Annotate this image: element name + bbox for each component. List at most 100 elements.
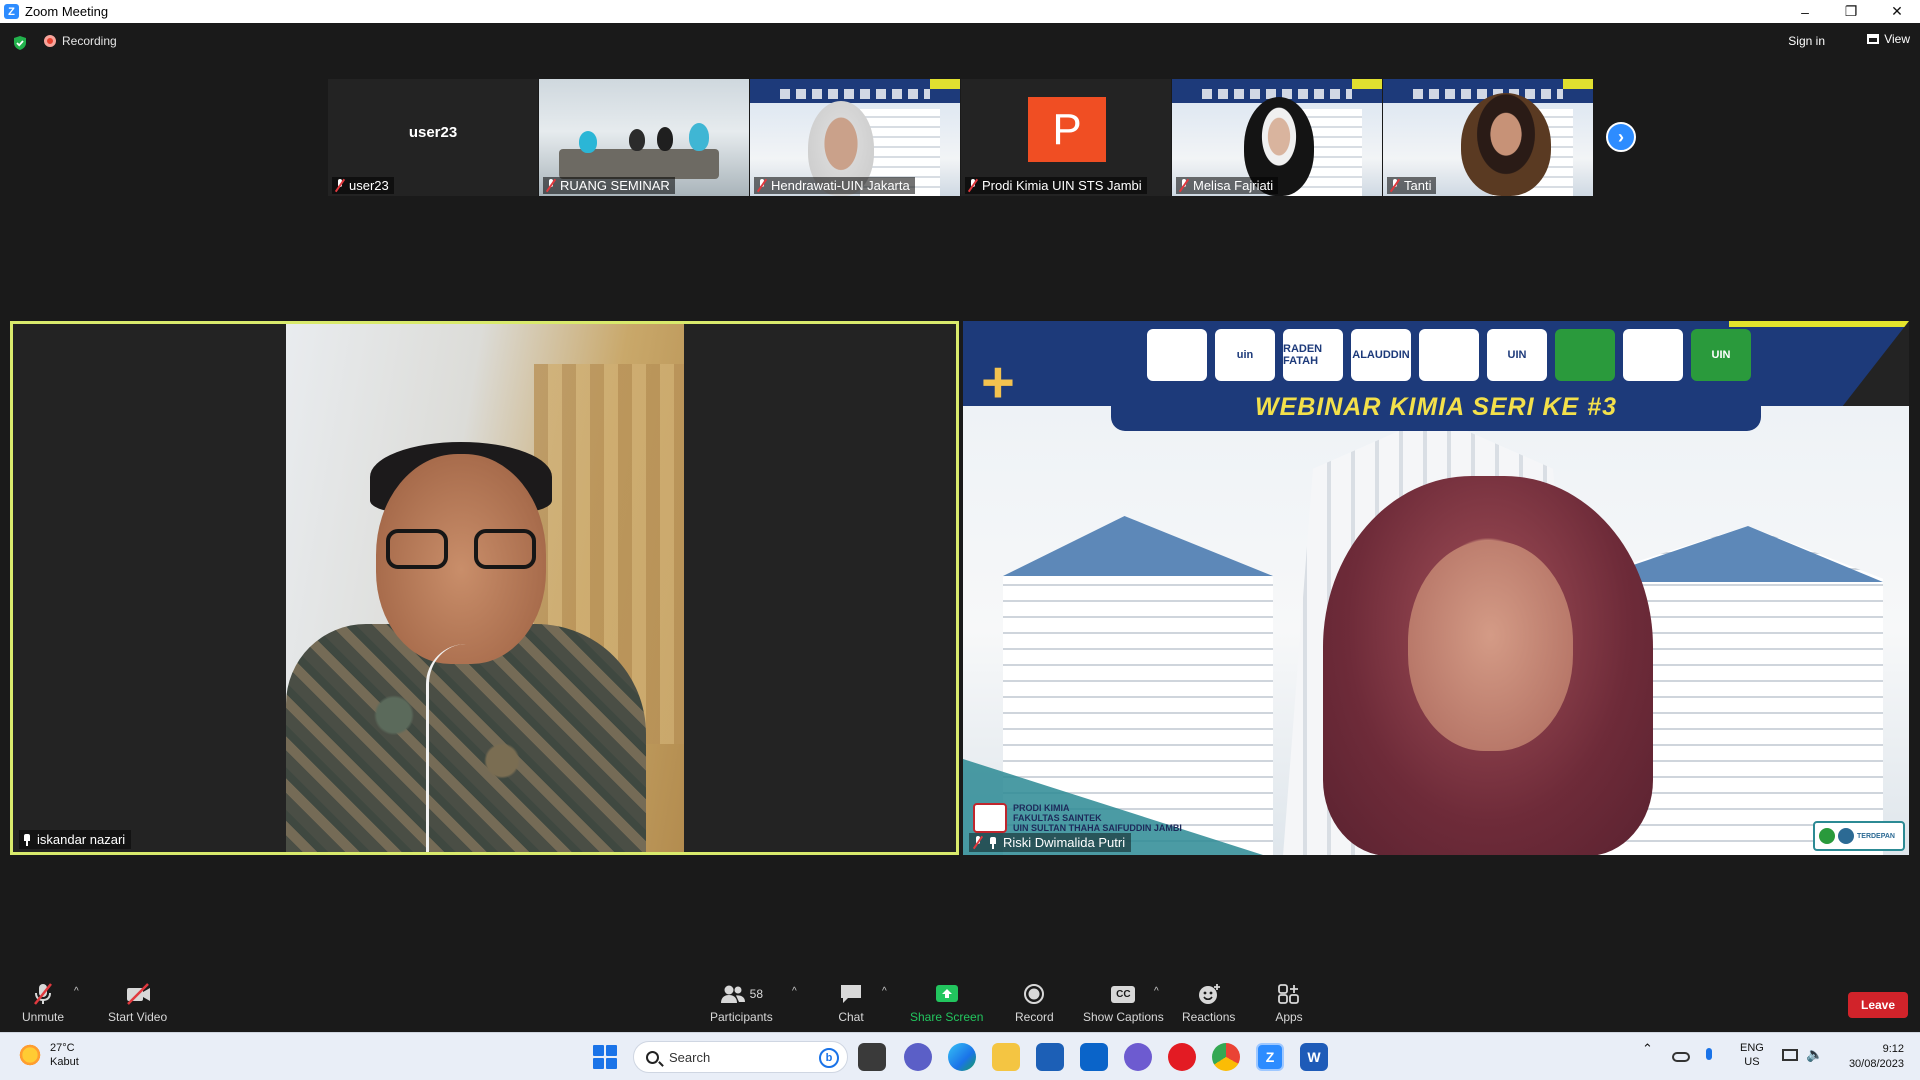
- speaker-glasses: [386, 529, 541, 571]
- reactions-button[interactable]: Reactions: [1182, 982, 1235, 1024]
- show-captions-button[interactable]: CC Show Captions: [1083, 982, 1164, 1024]
- opera-browser-icon[interactable]: [1168, 1043, 1196, 1071]
- participants-label: Participants: [710, 1010, 773, 1024]
- task-view-icon[interactable]: [858, 1043, 886, 1071]
- recording-dot-icon: [44, 35, 56, 47]
- record-label: Record: [1015, 1010, 1054, 1024]
- video-off-icon: [126, 983, 150, 1005]
- leave-button[interactable]: Leave: [1848, 992, 1908, 1018]
- start-windows-icon[interactable]: [593, 1045, 617, 1069]
- view-grid-icon: [1867, 34, 1880, 44]
- participant-thumbnail[interactable]: RUANG SEMINAR: [539, 79, 749, 196]
- participant-thumbnail[interactable]: Melisa Fajriati: [1172, 79, 1382, 196]
- participant-name: Tanti: [1404, 178, 1432, 193]
- chat-button[interactable]: Chat: [837, 982, 865, 1024]
- start-video-label: Start Video: [108, 1010, 168, 1024]
- speaker-volume-icon[interactable]: 🔈: [1806, 1046, 1823, 1063]
- windows-taskbar: 27°C Kabut Search b Z W ⌃ ENG US 🔈 9:12 …: [0, 1032, 1920, 1080]
- kemenag-text: TERDEPAN: [1857, 832, 1895, 840]
- participant-thumbnail[interactable]: Hendrawati-UIN Jakarta: [750, 79, 960, 196]
- apps-button[interactable]: Apps: [1275, 982, 1303, 1024]
- view-button[interactable]: View: [1867, 32, 1910, 46]
- mic-muted-icon: [1390, 179, 1400, 192]
- participant-name: Prodi Kimia UIN STS Jambi: [982, 178, 1142, 193]
- word-app-icon[interactable]: W: [1300, 1043, 1328, 1071]
- person-figure: [579, 131, 597, 153]
- minimize-button[interactable]: –: [1782, 0, 1828, 23]
- shield-check-icon[interactable]: [12, 35, 28, 51]
- participant-name-tag: Prodi Kimia UIN STS Jambi: [965, 177, 1147, 194]
- language-indicator[interactable]: ENG US: [1740, 1041, 1764, 1069]
- mic-muted-icon: [968, 179, 978, 192]
- mail-icon[interactable]: [1080, 1043, 1108, 1071]
- university-logo: [1555, 329, 1615, 381]
- close-button[interactable]: ✕: [1874, 0, 1920, 23]
- share-screen-button[interactable]: Share Screen: [910, 982, 983, 1024]
- edge-browser-icon[interactable]: [948, 1043, 976, 1071]
- participants-button[interactable]: 58 Participants: [710, 982, 773, 1024]
- participants-caret-icon[interactable]: ^: [792, 986, 797, 997]
- taskbar-search[interactable]: Search b: [633, 1041, 848, 1073]
- chrome-browser-icon[interactable]: [1212, 1043, 1240, 1071]
- next-page-arrow-icon[interactable]: ›: [1606, 122, 1636, 152]
- mic-muted-icon: [1179, 179, 1189, 192]
- active-speaker-video[interactable]: iskandar nazari: [10, 321, 959, 855]
- person-figure: [629, 129, 645, 151]
- microsoft-store-icon[interactable]: [1036, 1043, 1064, 1071]
- pin-icon: [989, 836, 997, 849]
- onedrive-cloud-icon[interactable]: [1672, 1052, 1690, 1062]
- participants-count: 58: [749, 987, 764, 1001]
- audio-options-caret-icon[interactable]: ^: [74, 986, 79, 997]
- university-logos: uin RADEN FATAH ALAUDDIN UIN UIN: [1147, 329, 1751, 381]
- university-logo: [1147, 329, 1207, 381]
- participant-name: Melisa Fajriati: [1193, 178, 1274, 193]
- prodi-text: PRODI KIMIA FAKULTAS SAINTEK UIN SULTAN …: [1013, 803, 1182, 833]
- record-icon: [1024, 984, 1045, 1004]
- recording-label: Recording: [62, 34, 117, 48]
- weather-widget[interactable]: 27°C Kabut: [18, 1041, 79, 1069]
- copilot-icon[interactable]: [1124, 1043, 1152, 1071]
- keyboard-layout: US: [1744, 1056, 1760, 1068]
- unmute-button[interactable]: Unmute: [22, 982, 64, 1024]
- banner-yellow-stripe: [1729, 321, 1909, 327]
- participant-video-large[interactable]: uin RADEN FATAH ALAUDDIN UIN UIN + WEBIN…: [963, 321, 1909, 855]
- university-logo: ALAUDDIN: [1351, 329, 1411, 381]
- participant-name-tag: iskandar nazari: [19, 830, 132, 849]
- clock-time: 9:12: [1882, 1043, 1904, 1055]
- file-explorer-icon[interactable]: [992, 1043, 1020, 1071]
- participant-name: user23: [349, 178, 389, 193]
- start-video-button[interactable]: Start Video: [108, 982, 167, 1024]
- recording-indicator[interactable]: Recording: [44, 34, 117, 48]
- person-figure: [1461, 93, 1551, 196]
- teams-chat-icon[interactable]: [904, 1043, 932, 1071]
- mic-muted-icon: [335, 179, 345, 192]
- building-roof-left: [1003, 516, 1273, 576]
- sign-in-button[interactable]: Sign in: [1788, 34, 1825, 48]
- window-controls: – ❐ ✕: [1782, 0, 1920, 23]
- participant-display-name: user23: [408, 124, 458, 141]
- mic-muted-icon: [34, 983, 52, 1005]
- network-display-icon[interactable]: [1782, 1049, 1798, 1061]
- maximize-button[interactable]: ❐: [1828, 0, 1874, 23]
- tray-overflow-chevron-icon[interactable]: ⌃: [1642, 1041, 1653, 1057]
- bing-icon[interactable]: b: [819, 1048, 839, 1068]
- participant-thumbnail[interactable]: user23 user23: [328, 79, 538, 196]
- microphone-tray-icon[interactable]: [1706, 1048, 1712, 1060]
- zoom-app-icon[interactable]: Z: [1256, 1043, 1284, 1071]
- participant-name: iskandar nazari: [37, 832, 126, 847]
- university-logo: [1623, 329, 1683, 381]
- taskbar-clock[interactable]: 9:12 30/08/2023: [1849, 1042, 1904, 1072]
- weather-text: 27°C Kabut: [50, 1041, 79, 1069]
- participant-thumbnail[interactable]: Tanti: [1383, 79, 1593, 196]
- captions-caret-icon[interactable]: ^: [1154, 986, 1159, 997]
- chat-label: Chat: [838, 1010, 864, 1024]
- reactions-icon: [1198, 984, 1220, 1004]
- participant-name-tag: RUANG SEMINAR: [543, 177, 675, 194]
- prodi-logo-block: PRODI KIMIA FAKULTAS SAINTEK UIN SULTAN …: [973, 803, 1182, 833]
- participant-name: Hendrawati-UIN Jakarta: [771, 178, 910, 193]
- chat-caret-icon[interactable]: ^: [882, 986, 887, 997]
- participant-thumbnail[interactable]: P Prodi Kimia UIN STS Jambi: [961, 79, 1171, 196]
- record-button[interactable]: Record: [1015, 982, 1054, 1024]
- pin-icon: [23, 833, 31, 846]
- participant-name-tag: Riski Dwimalida Putri: [969, 833, 1132, 852]
